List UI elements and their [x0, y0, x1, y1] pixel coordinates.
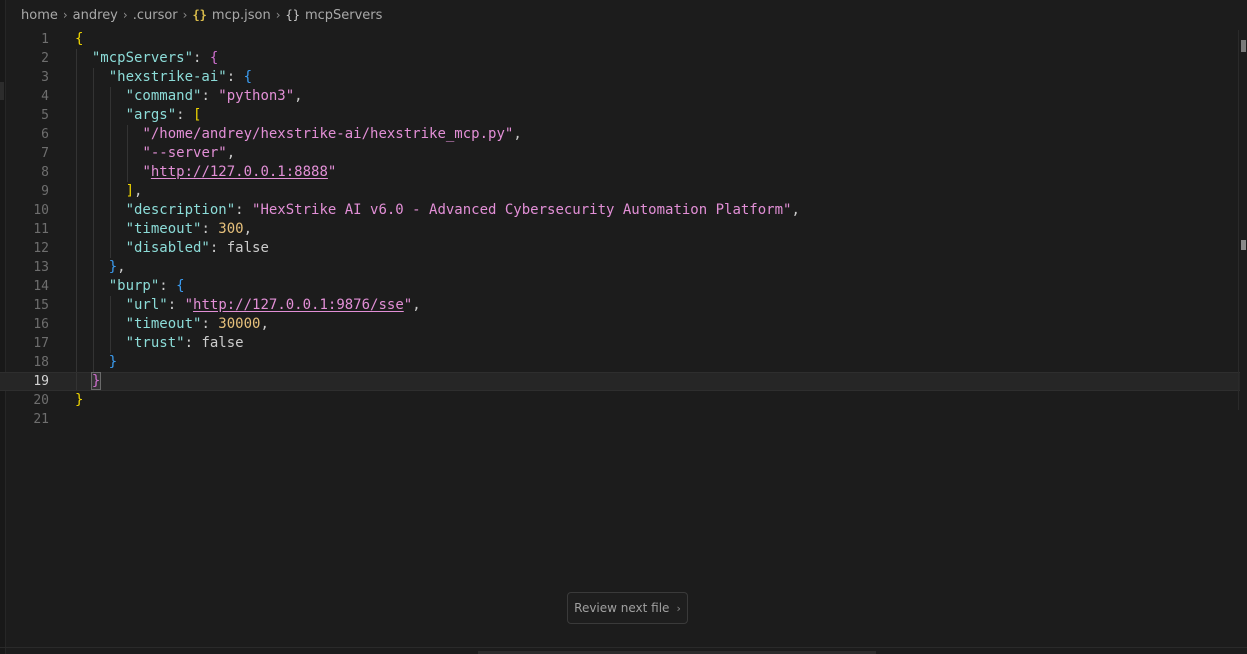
line-number: 10 — [33, 203, 49, 218]
code-line[interactable]: 1{ — [0, 30, 1240, 49]
code-line[interactable]: 12 "disabled": false — [0, 239, 1240, 258]
code-text: } — [108, 354, 118, 370]
code-line[interactable]: 8 "http://127.0.0.1:8888" — [0, 163, 1240, 182]
line-number: 11 — [33, 222, 49, 237]
code-editor[interactable]: 1{2 "mcpServers": {3 "hexstrike-ai": {4 … — [0, 30, 1240, 429]
code-line[interactable]: 19 } — [0, 372, 1240, 391]
code-line[interactable]: 16 "timeout": 30000, — [0, 315, 1240, 334]
code-text: { — [75, 31, 84, 47]
chevron-right-icon: › — [275, 8, 281, 22]
line-number: 19 — [33, 374, 49, 389]
code-text: "timeout": 30000, — [125, 316, 269, 332]
code-line[interactable]: 6 "/home/andrey/hexstrike-ai/hexstrike_m… — [0, 125, 1240, 144]
line-number: 17 — [33, 336, 49, 351]
breadcrumb-item-home[interactable]: home — [21, 8, 58, 23]
breadcrumb-item-andrey[interactable]: andrey — [73, 8, 118, 23]
code-line[interactable]: 14 "burp": { — [0, 277, 1240, 296]
line-number: 5 — [41, 108, 49, 123]
code-text: "hexstrike-ai": { — [108, 69, 253, 85]
code-text: "http://127.0.0.1:8888" — [142, 164, 337, 180]
code-line[interactable]: 3 "hexstrike-ai": { — [0, 68, 1240, 87]
code-line[interactable]: 2 "mcpServers": { — [0, 49, 1240, 68]
ruler-marker — [1241, 240, 1246, 250]
chevron-right-icon: › — [182, 8, 188, 22]
code-line[interactable]: 15 "url": "http://127.0.0.1:9876/sse", — [0, 296, 1240, 315]
line-number: 14 — [33, 279, 49, 294]
code-text: "timeout": 300, — [125, 221, 253, 237]
code-text: "description": "HexStrike AI v6.0 - Adva… — [125, 202, 800, 218]
code-text: } — [75, 392, 84, 408]
line-number: 13 — [33, 260, 49, 275]
code-text: "disabled": false — [125, 240, 269, 256]
json-file-icon: {} — [192, 8, 207, 22]
code-text: "burp": { — [108, 278, 185, 294]
code-text: "--server", — [142, 145, 236, 161]
code-text: "/home/andrey/hexstrike-ai/hexstrike_mcp… — [142, 126, 522, 142]
line-number: 4 — [41, 89, 49, 104]
chevron-right-icon: › — [122, 8, 128, 22]
code-line[interactable]: 11 "timeout": 300, — [0, 220, 1240, 239]
review-next-file-label: Review next file — [574, 601, 670, 615]
editor-window: home › andrey › .cursor › {} mcp.json › … — [0, 0, 1247, 654]
code-line[interactable]: 13 }, — [0, 258, 1240, 277]
chevron-right-icon: › — [62, 8, 68, 22]
line-number: 9 — [41, 184, 49, 199]
line-number: 2 — [41, 51, 49, 66]
line-number: 1 — [41, 32, 49, 47]
code-text: }, — [108, 259, 126, 275]
line-number: 20 — [33, 393, 49, 408]
breadcrumb-item-mcp-json[interactable]: mcp.json — [212, 8, 271, 23]
line-number: 12 — [33, 241, 49, 256]
code-line[interactable]: 10 "description": "HexStrike AI v6.0 - A… — [0, 201, 1240, 220]
code-line[interactable]: 4 "command": "python3", — [0, 87, 1240, 106]
code-text: ], — [125, 183, 143, 199]
code-line[interactable]: 20} — [0, 391, 1240, 410]
line-number: 15 — [33, 298, 49, 313]
line-number: 16 — [33, 317, 49, 332]
breadcrumb-item-cursor[interactable]: .cursor — [133, 8, 178, 23]
code-text: "command": "python3", — [125, 88, 303, 104]
json-object-icon: {} — [285, 8, 300, 22]
line-number: 6 — [41, 127, 49, 142]
chevron-right-icon: › — [676, 601, 681, 615]
overview-ruler[interactable] — [1238, 30, 1247, 410]
line-number: 3 — [41, 70, 49, 85]
line-number: 21 — [33, 412, 49, 427]
code-line[interactable]: 21 — [0, 410, 1240, 429]
breadcrumb: home › andrey › .cursor › {} mcp.json › … — [21, 5, 382, 25]
code-line[interactable]: 17 "trust": false — [0, 334, 1240, 353]
code-text: "url": "http://127.0.0.1:9876/sse", — [125, 297, 421, 313]
code-line[interactable]: 9 ], — [0, 182, 1240, 201]
code-text: } — [90, 372, 102, 390]
code-text: "trust": false — [125, 335, 244, 351]
code-text: "mcpServers": { — [91, 50, 219, 66]
code-text: "args": [ — [125, 107, 202, 123]
code-line[interactable]: 18 } — [0, 353, 1240, 372]
review-next-file-button[interactable]: Review next file › — [567, 592, 688, 624]
scrollbar-thumb[interactable] — [1241, 40, 1246, 52]
breadcrumb-item-mcpservers[interactable]: mcpServers — [305, 8, 382, 23]
code-line[interactable]: 7 "--server", — [0, 144, 1240, 163]
line-number: 7 — [41, 146, 49, 161]
panel-divider — [0, 647, 1247, 648]
code-line[interactable]: 5 "args": [ — [0, 106, 1240, 125]
line-number: 18 — [33, 355, 49, 370]
line-number: 8 — [41, 165, 49, 180]
